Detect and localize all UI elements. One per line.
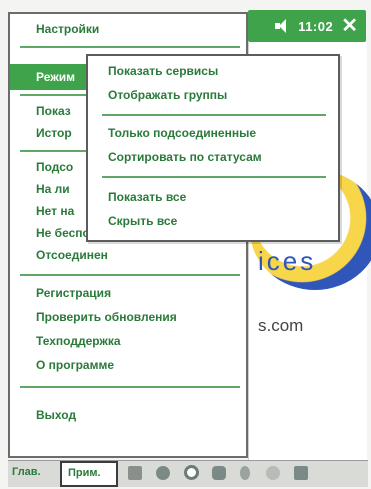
taskbar-active-tab[interactable]: Прим. — [60, 461, 118, 487]
menu-item-connect[interactable]: Подсо — [36, 160, 73, 174]
submenu-separator — [102, 176, 326, 178]
submenu-item-hide-all[interactable]: Скрыть все — [108, 214, 177, 228]
menu-item-disconnected[interactable]: Отсоединен — [36, 248, 108, 262]
submenu-item-show-groups[interactable]: Отображать группы — [108, 88, 227, 102]
menu-item-settings[interactable]: Настройки — [36, 22, 99, 36]
menu-item-about[interactable]: О программе — [36, 358, 114, 372]
globe-icon[interactable] — [156, 466, 170, 480]
menu-separator — [20, 386, 240, 388]
taskbar-active-label[interactable]: Прим. — [68, 467, 101, 479]
tool-icon[interactable] — [128, 466, 142, 480]
close-button[interactable]: ✕ — [341, 16, 358, 36]
taskbar: Глав. Прим. — [8, 460, 368, 487]
bulb-icon[interactable] — [240, 466, 250, 480]
menu-item-online[interactable]: На ли — [36, 182, 70, 196]
record-icon[interactable] — [184, 465, 199, 480]
chat-icon[interactable] — [212, 466, 226, 480]
submenu-item-sort-by-status[interactable]: Сортировать по статусам — [108, 150, 262, 164]
menu-item-away[interactable]: Нет на — [36, 204, 74, 218]
menu-item-registration[interactable]: Регистрация — [36, 286, 111, 300]
clock[interactable]: 11:02 — [298, 19, 333, 34]
menu-separator — [20, 46, 240, 48]
speaker-icon[interactable] — [274, 18, 290, 34]
mode-submenu: Показать сервисы Отображать группы Тольк… — [86, 54, 340, 242]
block-icon[interactable] — [294, 466, 308, 480]
menu-item-exit[interactable]: Выход — [36, 408, 76, 422]
submenu-separator — [102, 114, 326, 116]
circle-icon[interactable] — [266, 466, 280, 480]
menu-item-support[interactable]: Техподдержка — [36, 334, 121, 348]
brand-logo-text: ices — [258, 246, 317, 276]
menu-item-show[interactable]: Показ — [36, 104, 71, 118]
taskbar-main-label[interactable]: Глав. — [12, 466, 41, 478]
menu-separator — [20, 274, 240, 276]
title-bar: 11:02 ✕ — [248, 10, 366, 42]
submenu-item-only-connected[interactable]: Только подсоединенные — [108, 126, 256, 140]
submenu-item-show-all[interactable]: Показать все — [108, 190, 186, 204]
device-screen: 11:02 ✕ ices s.com Настройки Режим Показ… — [0, 0, 371, 489]
submenu-item-show-services[interactable]: Показать сервисы — [108, 64, 218, 78]
brand-url: s.com — [258, 316, 304, 335]
menu-item-mode[interactable]: Режим — [36, 70, 75, 84]
menu-item-history[interactable]: Истор — [36, 126, 72, 140]
menu-item-check-updates[interactable]: Проверить обновления — [36, 310, 177, 324]
